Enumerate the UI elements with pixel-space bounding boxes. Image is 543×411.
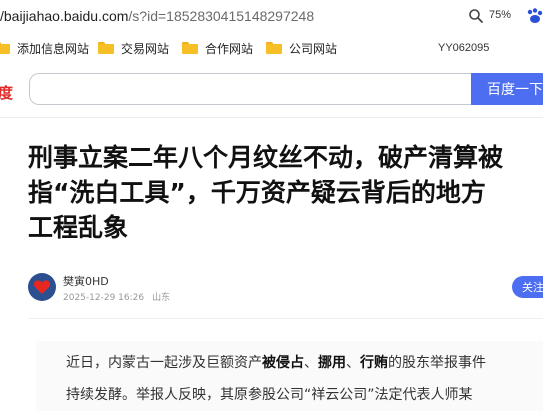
bookmark-label: 添加信息网站 xyxy=(17,41,90,56)
bold-text: 挪用 xyxy=(318,355,346,371)
baidu-paw-icon[interactable] xyxy=(524,6,543,26)
bookmark-label: 交易网站 xyxy=(121,41,170,56)
folder-icon xyxy=(0,42,10,54)
paragraph-line: 近日，内蒙古一起涉及巨额资产被侵占、挪用、行贿的股东举报事件 xyxy=(66,341,543,379)
divider xyxy=(28,318,543,319)
zoom-level[interactable]: 75% xyxy=(489,9,511,21)
title-line: 工程乱象 xyxy=(28,213,129,242)
bookmark-user-label[interactable]: YY062095 xyxy=(438,42,489,54)
publish-date: 2025-12-29 16:26 xyxy=(63,293,145,303)
bold-text: 行贿 xyxy=(360,355,388,371)
url-host: /baijiahao.baidu.com xyxy=(0,8,129,24)
address-bar[interactable]: /baijiahao.baidu.com/s?id=18528304151482… xyxy=(0,0,543,34)
paragraph-line: 持续发酵。举报人反映，其原参股公司“祥云公司”法定代表人师某 xyxy=(66,387,473,403)
publish-location: 山东 xyxy=(152,293,171,303)
folder-icon xyxy=(98,42,114,54)
folder-icon xyxy=(266,42,282,54)
bookmarks-bar: 添加信息网站 交易网站 合作网站 公司网站 YY062095 xyxy=(0,34,543,63)
text-run: 、 xyxy=(346,355,360,371)
bookmark-item[interactable]: 合作网站 xyxy=(182,39,253,57)
url-text[interactable]: /baijiahao.baidu.com/s?id=18528304151482… xyxy=(0,8,314,24)
url-path: /s?id=1852830415148297248 xyxy=(128,8,315,24)
bookmark-item[interactable]: 公司网站 xyxy=(266,39,337,57)
text-run: 近日，内蒙古一起涉及巨额资产 xyxy=(66,355,262,371)
baidu-logo[interactable]: 度 xyxy=(0,82,13,103)
author-name[interactable]: 樊寅0HD xyxy=(63,273,109,289)
article-title: 刑事立案二年八个月纹丝不动，破产清算被 指“洗白工具”，千万资产疑云背后的地方 … xyxy=(28,140,543,245)
site-header: 度 百度一下 xyxy=(0,62,543,118)
text-run: 、 xyxy=(304,355,318,371)
publish-meta: 2025-12-29 16:26 山东 xyxy=(63,290,170,303)
bookmark-item[interactable]: 添加信息网站 xyxy=(0,39,89,57)
avatar[interactable] xyxy=(28,273,56,301)
text-run: 的股东举报事件 xyxy=(388,355,486,371)
folder-icon xyxy=(182,42,198,54)
bold-text: 被侵占 xyxy=(262,355,304,371)
article-body: 近日，内蒙古一起涉及巨额资产被侵占、挪用、行贿的股东举报事件 持续发酵。举报人反… xyxy=(36,341,543,411)
magnifier-icon[interactable] xyxy=(468,8,484,24)
heart-icon xyxy=(33,280,51,294)
title-line: 指“洗白工具”，千万资产疑云背后的地方 xyxy=(28,178,486,207)
follow-button[interactable]: 关注 xyxy=(512,276,543,298)
search-button[interactable]: 百度一下 xyxy=(471,73,543,105)
bookmark-label: 合作网站 xyxy=(205,41,254,56)
bookmark-label: 公司网站 xyxy=(289,41,338,56)
search-input[interactable] xyxy=(29,73,471,105)
bookmark-item[interactable]: 交易网站 xyxy=(98,39,169,57)
title-line: 刑事立案二年八个月纹丝不动，破产清算被 xyxy=(28,143,504,172)
